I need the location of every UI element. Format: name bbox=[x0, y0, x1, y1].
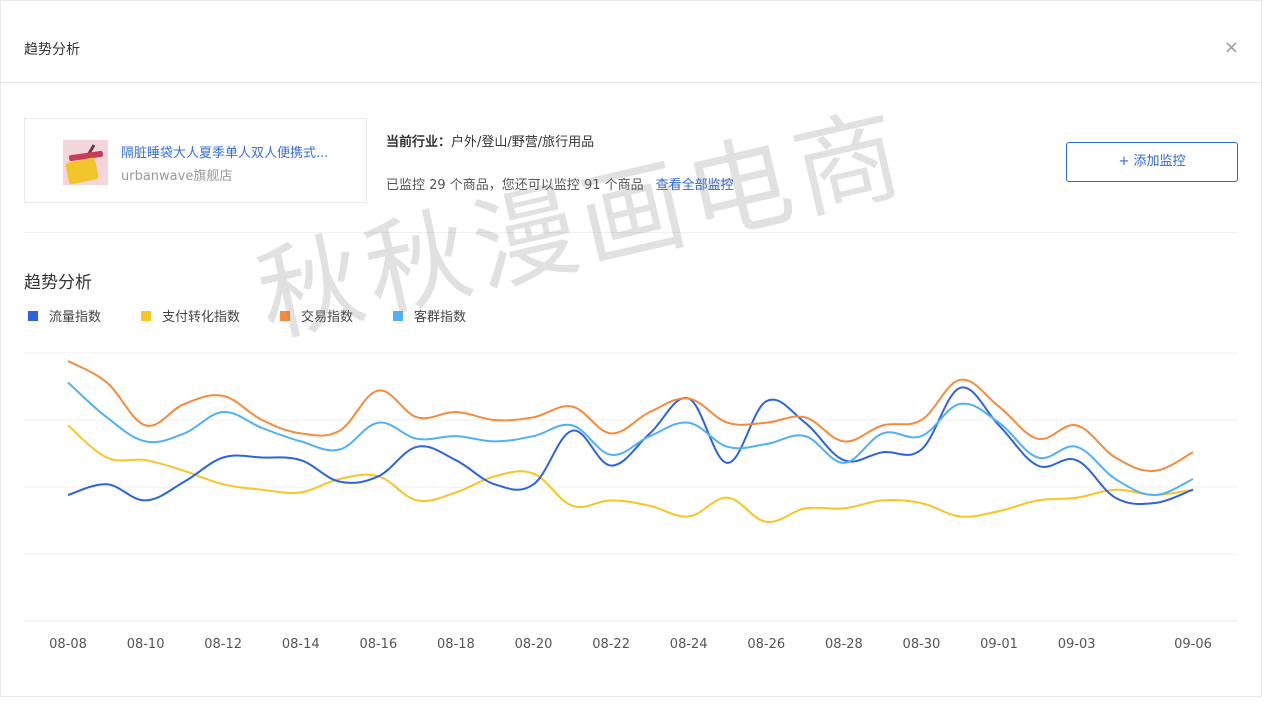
product-card[interactable]: 隔脏睡袋大人夏季单人双人便携式... urbanwave旗舰店 bbox=[24, 118, 367, 203]
x-tick-label: 08-18 bbox=[437, 637, 475, 652]
chart-legend: 流量指数 支付转化指数 交易指数 客群指数 bbox=[28, 306, 506, 325]
x-tick-label: 09-06 bbox=[1174, 637, 1212, 652]
product-name-link[interactable]: 隔脏睡袋大人夏季单人双人便携式... bbox=[121, 142, 361, 161]
legend-item-customer[interactable]: 客群指数 bbox=[393, 306, 466, 325]
x-tick-label: 08-22 bbox=[592, 637, 630, 652]
legend-swatch-customer bbox=[393, 310, 404, 321]
series-line-1[interactable] bbox=[67, 424, 1194, 523]
legend-label-pay: 支付转化指数 bbox=[162, 310, 241, 325]
industry-info: 当前行业：户外/登山/野营/旅行用品 bbox=[386, 131, 594, 150]
x-tick-label: 09-03 bbox=[1058, 637, 1096, 652]
close-icon[interactable]: × bbox=[1224, 39, 1239, 57]
x-tick-label: 08-24 bbox=[670, 637, 708, 652]
product-thumbnail bbox=[63, 140, 108, 185]
section-divider bbox=[24, 232, 1238, 233]
legend-label-trade: 交易指数 bbox=[301, 310, 354, 325]
legend-swatch-flow bbox=[28, 310, 38, 321]
add-monitor-button[interactable]: + 添加监控 bbox=[1066, 142, 1238, 182]
x-tick-label: 08-10 bbox=[127, 637, 165, 652]
legend-item-trade[interactable]: 交易指数 bbox=[280, 306, 353, 325]
monitor-info: 已监控 29 个商品，您还可以监控 91 个商品 查看全部监控 bbox=[386, 174, 734, 193]
view-all-monitor-link[interactable]: 查看全部监控 bbox=[656, 178, 734, 193]
x-tick-label: 08-26 bbox=[747, 637, 785, 652]
legend-swatch-pay bbox=[141, 310, 152, 321]
legend-label-customer: 客群指数 bbox=[414, 310, 467, 325]
x-tick-label: 08-14 bbox=[282, 637, 320, 652]
trend-analysis-dialog: 趋势分析 × 隔脏睡袋大人夏季单人双人便携式... urbanwave旗舰店 当… bbox=[0, 0, 1262, 697]
x-tick-label: 08-30 bbox=[903, 637, 941, 652]
legend-item-pay[interactable]: 支付转化指数 bbox=[141, 306, 240, 325]
x-tick-label: 08-16 bbox=[359, 637, 397, 652]
series-line-3[interactable] bbox=[67, 381, 1194, 496]
x-tick-label: 08-12 bbox=[204, 637, 242, 652]
thumb-bag bbox=[65, 157, 99, 185]
industry-label: 当前行业： bbox=[386, 135, 452, 150]
x-tick-label: 08-28 bbox=[825, 637, 863, 652]
legend-item-flow[interactable]: 流量指数 bbox=[28, 306, 101, 325]
legend-swatch-trade bbox=[280, 310, 291, 321]
x-tick-label: 09-01 bbox=[980, 637, 1018, 652]
monitor-count-text: 已监控 29 个商品，您还可以监控 91 个商品 bbox=[386, 178, 644, 193]
x-tick-label: 08-08 bbox=[49, 637, 87, 652]
product-shop-name: urbanwave旗舰店 bbox=[121, 169, 233, 184]
dialog-header: 趋势分析 × bbox=[1, 1, 1261, 83]
dialog-title: 趋势分析 bbox=[24, 42, 80, 58]
legend-label-flow: 流量指数 bbox=[49, 310, 102, 325]
trend-line-chart: 08-08 08-10 08-12 08-14 08-16 08-18 08-20 08-22… bbox=[24, 352, 1238, 652]
x-tick-label: 08-20 bbox=[515, 637, 553, 652]
industry-value: 户外/登山/野营/旅行用品 bbox=[451, 135, 595, 150]
section-title: 趋势分析 bbox=[24, 273, 92, 293]
